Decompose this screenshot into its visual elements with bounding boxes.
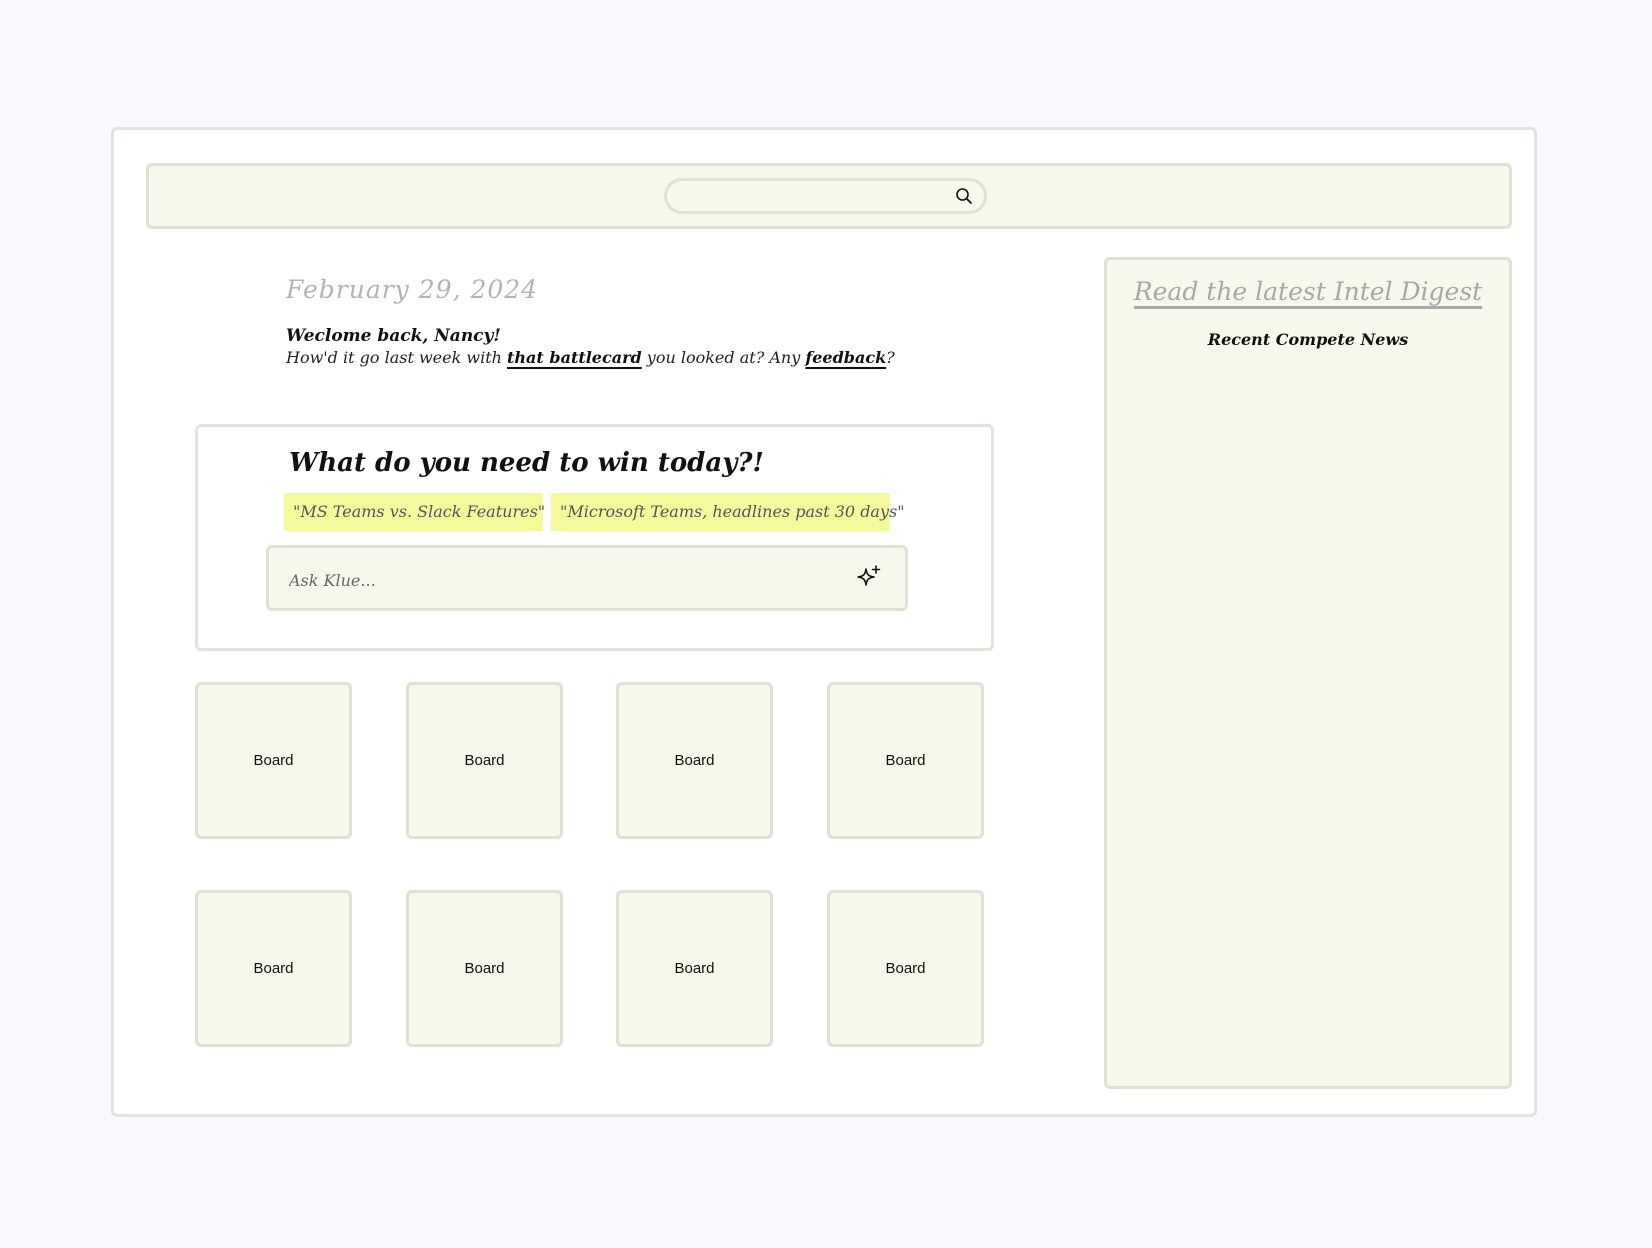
feedback-link[interactable]: feedback [805,348,886,367]
board-card[interactable]: Board [827,682,984,839]
ask-heading: What do you need to win today?! [289,448,764,478]
intel-sidebar: Read the latest Intel Digest Recent Comp… [1104,257,1512,1089]
current-date: February 29, 2024 [286,275,539,304]
search-input[interactable] [679,184,943,210]
board-card[interactable]: Board [616,682,773,839]
suggestion-chip[interactable]: "Microsoft Teams, headlines past 30 days… [551,493,905,531]
feedback-prompt-suffix: ? [886,348,895,367]
board-card[interactable]: Board [827,890,984,1047]
ask-klue-box[interactable] [266,545,908,611]
search-bar[interactable] [664,178,987,214]
board-card[interactable]: Board [195,890,352,1047]
welcome-message: Weclome back, Nancy! [286,326,501,346]
search-icon[interactable] [954,186,974,206]
board-card[interactable]: Board [406,890,563,1047]
intel-digest-link[interactable]: Read the latest Intel Digest [1107,277,1509,306]
feedback-prompt-middle: you looked at? Any [641,348,806,367]
suggestion-chip[interactable]: "MS Teams vs. Slack Features" [284,493,545,531]
battlecard-link[interactable]: that battlecard [507,348,642,367]
board-card[interactable]: Board [616,890,773,1047]
sparkle-icon[interactable] [855,564,883,592]
recent-news-heading: Recent Compete News [1207,330,1409,349]
feedback-prompt-prefix: How'd it go last week with [286,348,508,367]
board-card[interactable]: Board [195,682,352,839]
ask-klue-input[interactable] [287,565,831,595]
feedback-prompt: How'd it go last week with that battleca… [286,348,895,367]
board-card[interactable]: Board [406,682,563,839]
